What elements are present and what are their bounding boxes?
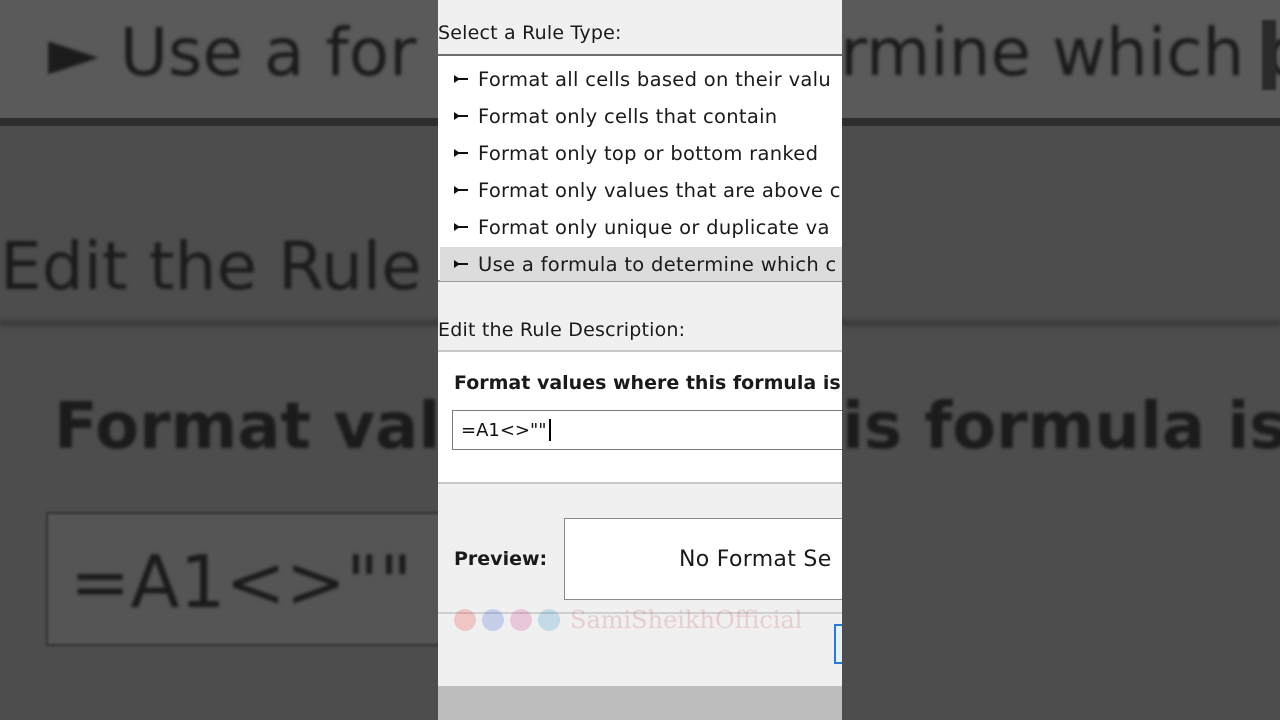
background-input-text: =A1<>"" [70,540,413,624]
formula-input[interactable]: =A1<>"" [452,410,842,450]
rule-type-label: Format only cells that contain [478,104,778,128]
youtube-icon [454,609,476,631]
preview-text: No Format Se [679,547,832,572]
rule-type-list[interactable]: Format all cells based on their valu For… [438,54,842,282]
formula-value: =A1<>"" [461,419,547,441]
edit-rule-description-label: Edit the Rule Description: [438,319,686,341]
rule-type-label: Format all cells based on their valu [478,67,832,91]
arrow-bullet-icon [454,74,470,84]
rule-type-item[interactable]: Format only top or bottom ranked [440,136,842,170]
rule-type-label: Format only top or bottom ranked [478,141,819,165]
background-text-3: Format valu [54,390,486,464]
background-text-1: ► Use a for [48,14,417,91]
text-caret [548,419,551,441]
rule-type-label: Format only values that are above c [478,178,841,202]
rule-type-label: Use a formula to determine which c [478,252,837,276]
rule-type-item-selected[interactable]: Use a formula to determine which c [440,247,842,281]
rule-type-item[interactable]: Format all cells based on their valu [440,62,842,96]
arrow-bullet-icon [454,222,470,232]
rule-type-item[interactable]: Format only values that are above c [440,173,842,207]
formula-label: Format values where this formula is t [454,372,842,394]
format-button-edge[interactable] [834,624,842,664]
instagram-icon [510,609,532,631]
rule-description-panel: Format values where this formula is t =A… [438,350,842,484]
format-preview-box: No Format Se [564,518,842,600]
rule-type-label: Format only unique or duplicate va [478,215,830,239]
dialog-bottom-edge [438,686,842,720]
watermark: SamiSheikhOfficial [454,606,802,634]
background-text-2: Edit the Rule [0,228,422,305]
arrow-bullet-icon [454,148,470,158]
arrow-bullet-icon [454,185,470,195]
linkedin-icon [538,609,560,631]
watermark-text: SamiSheikhOfficial [570,606,803,634]
arrow-bullet-icon [454,111,470,121]
background-text-1-right: rmine which c [840,14,1280,91]
facebook-icon [482,609,504,631]
background-text-3-right: is formula is t [842,390,1280,464]
arrow-bullet-icon [454,259,470,269]
background-scrollbar [1262,20,1276,90]
new-formatting-rule-dialog: Select a Rule Type: Format all cells bas… [438,0,842,720]
preview-label: Preview: [454,548,548,570]
rule-type-item[interactable]: Format only cells that contain [440,99,842,133]
select-rule-type-label: Select a Rule Type: [438,22,622,44]
rule-type-item[interactable]: Format only unique or duplicate va [440,210,842,244]
